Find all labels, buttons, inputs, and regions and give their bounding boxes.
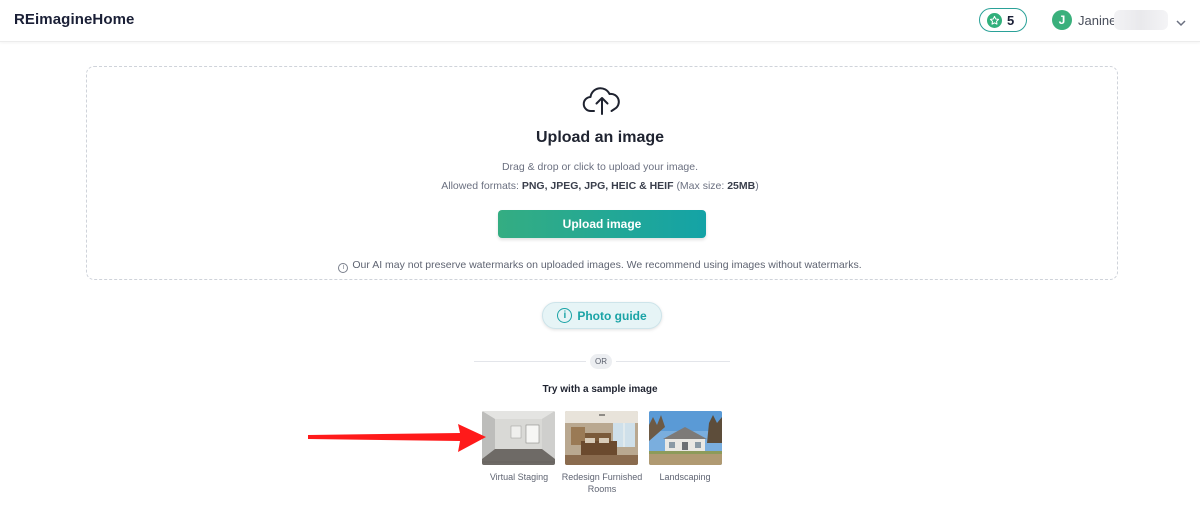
star-icon <box>987 12 1002 28</box>
sample-virtual-staging-thumbnail[interactable] <box>482 411 555 465</box>
sample-redesign-furnished-rooms-thumbnail[interactable] <box>565 411 638 465</box>
watermark-warning: i Our AI may not preserve watermarks on u… <box>0 259 1200 273</box>
or-divider-badge: OR <box>590 354 612 369</box>
app-logo[interactable]: REimagineHome <box>14 11 135 28</box>
sample-section-title: Try with a sample image <box>542 384 658 395</box>
credits-count: 5 <box>1007 12 1015 28</box>
photo-guide-label: Photo guide <box>577 308 647 323</box>
upload-subtitle: Drag & drop or click to upload your imag… <box>501 161 699 173</box>
divider-left <box>474 361 586 362</box>
chevron-down-icon[interactable] <box>1176 14 1186 32</box>
max-size-prefix: (Max size: <box>676 180 725 192</box>
sample-landscaping-thumbnail[interactable] <box>649 411 722 465</box>
photo-guide-button[interactable]: i Photo guide <box>542 302 662 329</box>
info-icon: i <box>557 308 573 323</box>
redacted-surname <box>1114 10 1168 30</box>
top-header: REimagineHome 5 J Janine <box>0 0 1200 42</box>
formats-prefix: Allowed formats: <box>441 180 519 192</box>
avatar[interactable]: J <box>1052 10 1072 30</box>
divider-right <box>616 361 730 362</box>
formats-list: PNG, JPEG, JPG, HEIC & HEIF <box>521 180 674 192</box>
watermark-warning-text: Our AI may not preserve watermarks on up… <box>352 259 862 271</box>
red-arrow-annotation-icon <box>300 420 490 461</box>
upload-image-button[interactable]: Upload image <box>498 210 706 238</box>
upload-title: Upload an image <box>535 129 665 146</box>
cloud-upload-icon <box>582 84 622 121</box>
max-size-value: 25MB <box>727 180 756 192</box>
user-name[interactable]: Janine <box>1078 13 1116 28</box>
sample-landscaping-label[interactable]: Landscaping <box>635 471 735 483</box>
info-icon: i <box>338 263 349 273</box>
max-size-suffix: ) <box>755 180 759 192</box>
credits-badge[interactable]: 5 <box>979 8 1027 32</box>
allowed-formats: Allowed formats: PNG, JPEG, JPG, HEIC & … <box>0 180 1200 192</box>
